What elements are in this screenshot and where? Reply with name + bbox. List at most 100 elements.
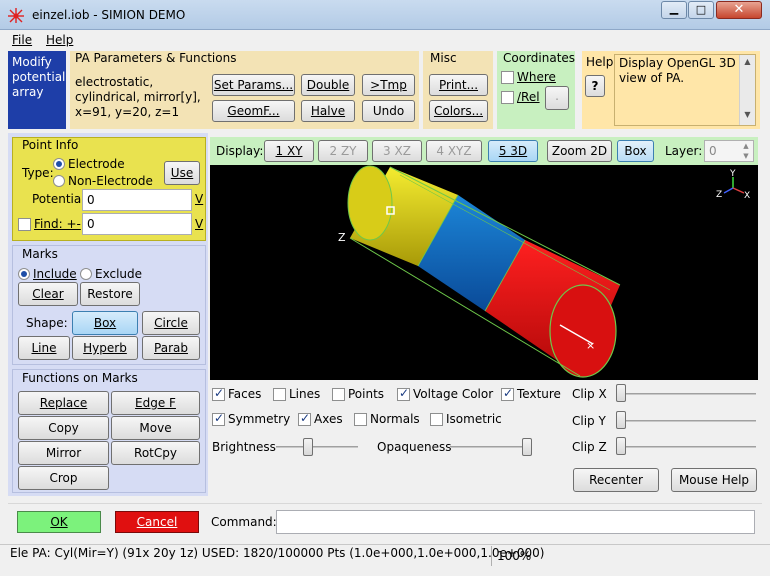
faces-checkbox[interactable]: [212, 386, 225, 401]
view-3d-button[interactable]: 5 3D: [488, 140, 538, 162]
window-title: einzel.iob - SIMION DEMO: [32, 8, 186, 22]
coord-dot-button[interactable]: .: [545, 86, 569, 110]
copy-button[interactable]: Copy: [18, 416, 109, 440]
point-info-header: Point Info: [22, 138, 79, 152]
opengl-3d-view[interactable]: Z × Y X Z: [210, 165, 758, 380]
line-shape-button[interactable]: Line: [18, 336, 70, 360]
texture-checkbox[interactable]: [501, 386, 514, 401]
parab-shape-button[interactable]: Parab: [142, 336, 200, 360]
find-unit: V: [195, 217, 204, 231]
help-question-button[interactable]: ?: [585, 75, 605, 97]
pa-params-header: PA Parameters & Functions: [75, 51, 237, 65]
find-checkbox[interactable]: [18, 218, 31, 231]
ok-button[interactable]: OK: [17, 511, 101, 533]
colors-button[interactable]: Colors...: [429, 100, 488, 122]
potential-label: Potential:: [32, 192, 89, 206]
restore-button[interactable]: Restore: [80, 282, 140, 306]
opaqueness-label: Opaqueness: [377, 440, 452, 454]
axes-gizmo: Y X Z: [716, 169, 750, 201]
clip-y-label: Clip Y: [572, 414, 606, 428]
find-label: Find: +-: [34, 217, 81, 231]
geomf-button[interactable]: GeomF...: [212, 100, 295, 122]
axis-y-label: Y: [729, 169, 736, 179]
isometric-checkbox[interactable]: [430, 413, 443, 426]
move-button[interactable]: Move: [111, 416, 200, 440]
print-button[interactable]: Print...: [429, 74, 488, 96]
electrode-radio[interactable]: [53, 158, 65, 170]
help-text: Display OpenGL 3D view of PA.: [619, 56, 736, 85]
axes-checkbox[interactable]: [298, 411, 311, 426]
x-end-marker: ×: [586, 339, 595, 352]
where-checkbox[interactable]: [501, 71, 514, 84]
mirror-button[interactable]: Mirror: [18, 441, 109, 465]
display-label: Display:: [216, 144, 264, 158]
menu-help[interactable]: Help: [46, 33, 73, 47]
clip-z-track: [616, 446, 756, 448]
cylinder-3d-model: [347, 165, 621, 378]
layer-value: 0: [709, 144, 717, 158]
include-label: Include: [33, 267, 77, 281]
clip-x-slider[interactable]: [616, 384, 626, 402]
opaqueness-slider[interactable]: [522, 438, 532, 456]
set-params-button[interactable]: Set Params...: [212, 74, 295, 96]
non-electrode-label: Non-Electrode: [68, 174, 153, 188]
tmp-button[interactable]: >Tmp: [362, 74, 415, 96]
status-zoom: 100%: [497, 549, 532, 563]
undo-button[interactable]: Undo: [362, 100, 415, 122]
menu-file[interactable]: File: [12, 33, 32, 47]
clear-button[interactable]: Clear: [18, 282, 78, 306]
simion-ion-icon: [7, 6, 25, 24]
recenter-button[interactable]: Recenter: [573, 468, 659, 492]
halve-button[interactable]: Halve: [301, 100, 355, 122]
cancel-button[interactable]: Cancel: [115, 511, 199, 533]
non-electrode-radio[interactable]: [53, 175, 65, 187]
brightness-slider[interactable]: [303, 438, 314, 456]
view-xyz-button[interactable]: 4 XYZ: [426, 140, 482, 162]
isometric-label: Isometric: [446, 412, 502, 426]
rel-label: /Rel: [517, 90, 540, 104]
crop-button[interactable]: Crop: [18, 466, 109, 490]
close-button[interactable]: ✕: [716, 1, 762, 19]
find-input[interactable]: 0: [82, 213, 192, 235]
exclude-radio[interactable]: [80, 268, 92, 280]
texture-label: Texture: [517, 387, 561, 401]
clip-y-slider[interactable]: [616, 411, 626, 429]
points-checkbox[interactable]: [332, 388, 345, 401]
command-input[interactable]: [276, 510, 755, 534]
command-label: Command:: [211, 515, 277, 529]
clip-x-track: [616, 393, 756, 395]
mouse-help-button[interactable]: Mouse Help: [671, 468, 757, 492]
status-text: Ele PA: Cyl(Mir=Y) (91x 20y 1z) USED: 18…: [10, 546, 545, 560]
view-zy-button[interactable]: 2 ZY: [318, 140, 368, 162]
potential-input[interactable]: 0: [82, 189, 192, 211]
edge-f-button[interactable]: Edge F: [111, 391, 200, 415]
layer-spin-arrows[interactable]: ▲ ▼: [739, 141, 753, 161]
help-scrollbar[interactable]: ▲ ▼: [739, 55, 755, 125]
double-button[interactable]: Double: [301, 74, 355, 96]
symmetry-checkbox[interactable]: [212, 411, 225, 426]
rotcpy-button[interactable]: RotCpy: [111, 441, 200, 465]
maximize-button[interactable]: □: [688, 1, 714, 19]
marks-header: Marks: [22, 247, 58, 261]
pa-description: electrostatic, cylindrical, mirror[y], x…: [75, 75, 201, 119]
display-box-button[interactable]: Box: [617, 140, 654, 162]
hyperb-shape-button[interactable]: Hyperb: [72, 336, 138, 360]
electrode-label: Electrode: [68, 157, 125, 171]
voltage-color-checkbox[interactable]: [397, 386, 410, 401]
replace-button[interactable]: Replace: [18, 391, 109, 415]
type-label: Type:: [22, 166, 54, 180]
include-radio[interactable]: [18, 268, 30, 280]
view-xz-button[interactable]: 3 XZ: [372, 140, 422, 162]
brightness-label: Brightness: [212, 440, 276, 454]
use-button[interactable]: Use: [164, 161, 200, 185]
view-xy-button[interactable]: 1 XY: [264, 140, 314, 162]
minimize-button[interactable]: ▁: [661, 1, 687, 19]
lines-checkbox[interactable]: [273, 388, 286, 401]
circle-shape-button[interactable]: Circle: [142, 311, 200, 335]
zoom-2d-button[interactable]: Zoom 2D: [547, 140, 612, 162]
normals-checkbox[interactable]: [354, 413, 367, 426]
rel-checkbox[interactable]: [501, 91, 514, 104]
coordinates-header: Coordinates: [503, 51, 576, 65]
box-shape-button[interactable]: Box: [72, 311, 138, 335]
clip-z-slider[interactable]: [616, 437, 626, 455]
